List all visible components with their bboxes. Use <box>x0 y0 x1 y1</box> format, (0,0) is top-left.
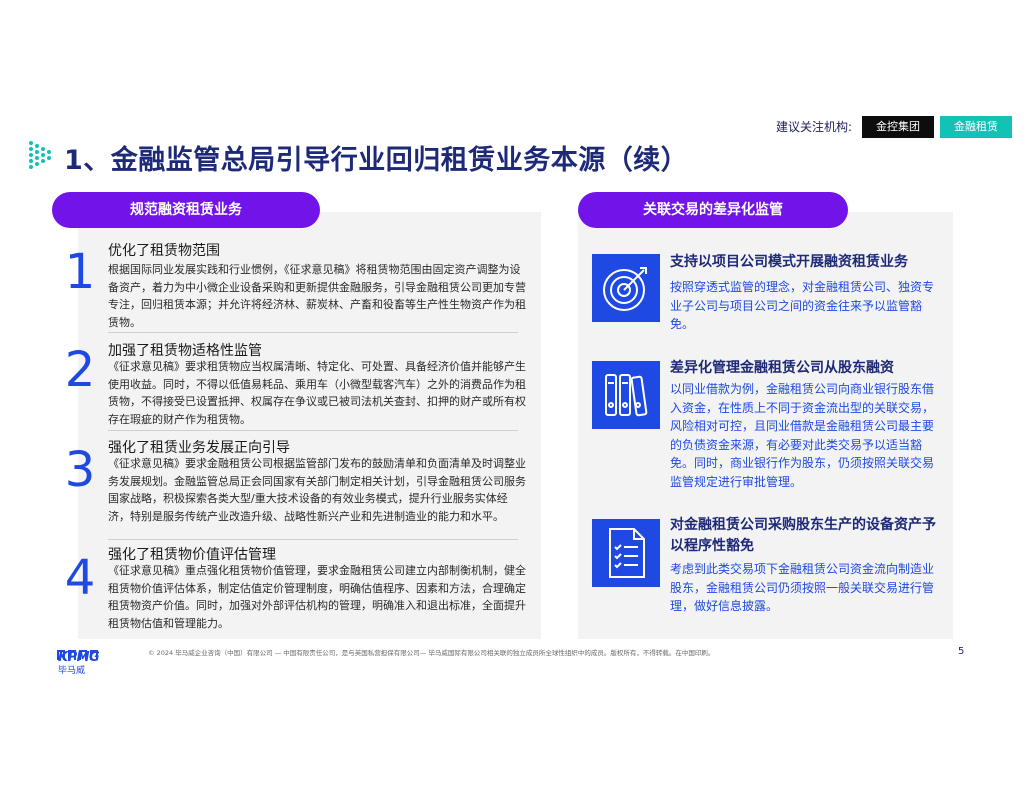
checklist-icon <box>592 519 660 587</box>
item-body: 《征求意见稿》重点强化租赁物价值管理，要求金融租赁公司建立内部制衡机制，健全租赁… <box>108 564 526 630</box>
right-item-title: 支持以项目公司模式开展融资租赁业务 <box>670 254 908 270</box>
page-number: 5 <box>958 646 965 657</box>
arrow-bullet-icon <box>29 141 51 169</box>
item-title: 加强了租赁物适格性监管 <box>108 343 262 359</box>
item-title: 强化了租赁物价值评估管理 <box>108 547 276 563</box>
divider <box>108 430 518 431</box>
tag-financial-leasing: 金融租赁 <box>940 116 1012 138</box>
section-pill-related-party: 关联交易的差异化监管 <box>578 192 848 228</box>
target-icon <box>592 254 660 322</box>
right-item-body: 考虑到此类交易项下金融租赁公司资金流向制造业股东，金融租赁公司仍须按照一般关联交… <box>670 562 935 613</box>
item-body: 《征求意见稿》要求金融租赁公司根据监管部门发布的鼓励清单和负面清单及时调整业务发… <box>108 457 526 523</box>
divider <box>108 332 518 333</box>
divider <box>108 539 518 540</box>
focus-label: 建议关注机构: <box>776 120 853 134</box>
right-item-title: 对金融租赁公司采购股东生产的设备资产予以程序性豁免 <box>670 517 936 554</box>
item-title: 优化了租赁物范围 <box>108 243 220 259</box>
item-body: 根据国际同业发展实践和行业惯例，《征求意见稿》将租赁物范围由固定资产调整为设备资… <box>108 263 526 329</box>
item-number: 2 <box>64 342 96 398</box>
binders-icon <box>592 361 660 429</box>
page-title: 1、金融监管总局引导行业回归租赁业务本源（续） <box>64 145 689 176</box>
footer-copyright: © 2024 毕马威企业咨询（中国）有限公司 — 中国有限责任公司，是与英国私营… <box>148 649 715 657</box>
item-body: 《征求意见稿》要求租赁物应当权属清晰、特定化、可处置、具备经济价值并能够产生使用… <box>108 360 526 426</box>
item-number: 3 <box>64 442 96 498</box>
section-pill-leasing: 规范融资租赁业务 <box>52 192 320 228</box>
right-item-title: 差异化管理金融租赁公司从股东融资 <box>670 360 894 376</box>
item-number: 4 <box>64 550 96 606</box>
item-title: 强化了租赁业务发展正向引导 <box>108 440 290 456</box>
kpmg-logo-subtext: 毕马威 <box>58 666 86 676</box>
right-item-body: 以同业借款为例，金融租赁公司向商业银行股东借入资金，在性质上不同于资金流出型的关… <box>670 382 935 489</box>
tag-financial-holding: 金控集团 <box>862 116 934 138</box>
item-number: 1 <box>64 244 96 300</box>
right-item-body: 按照穿透式监管的理念，对金融租赁公司、独资专业子公司与项目公司之间的资金往来予以… <box>670 280 935 331</box>
